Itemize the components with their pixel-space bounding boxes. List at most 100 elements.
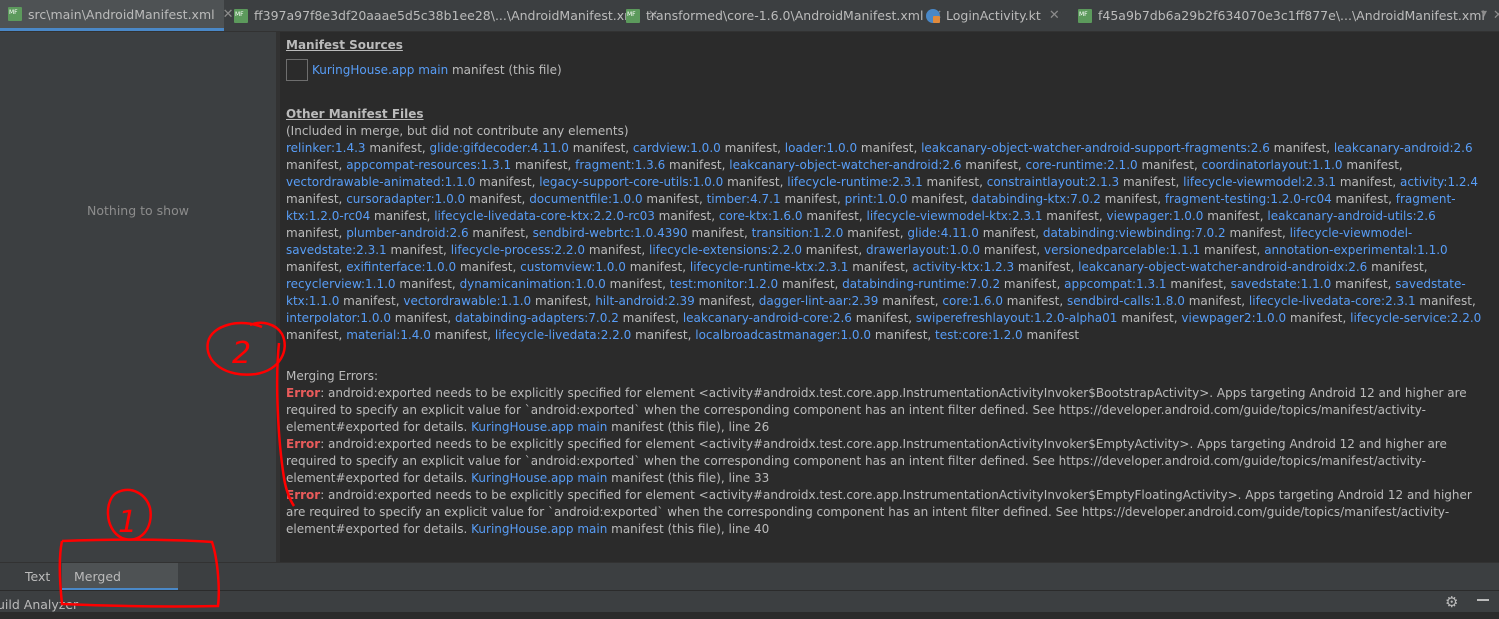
manifest-dependency-link[interactable]: lifecycle-livedata-core:2.3.1 [1249,294,1416,308]
manifest-dependency-link[interactable]: cursoradapter:1.0.0 [346,192,465,206]
manifest-dependency-link[interactable]: material:1.4.0 [346,328,431,342]
manifest-dependency-link[interactable]: leakcanary-android:2.6 [1334,141,1473,155]
manifest-dependency-suffix: manifest, [286,226,347,240]
error-source-link[interactable]: KuringHouse.app main [471,522,607,536]
manifest-dependency-link[interactable]: dynamicanimation:1.0.0 [460,277,606,291]
manifest-dependency-suffix: manifest, [1100,192,1165,206]
manifest-dependency-suffix: manifest, [980,243,1045,257]
other-files-note: (Included in merge, but did not contribu… [286,124,629,138]
manifest-dependency-link[interactable]: recyclerview:1.1.0 [286,277,396,291]
manifest-dependency-link[interactable]: customview:1.0.0 [520,260,626,274]
manifest-dependency-link[interactable]: vectordrawable:1.1.0 [403,294,531,308]
manifest-dependency-link[interactable]: leakcanary-object-watcher-android-suppor… [921,141,1270,155]
manifest-dependency-link[interactable]: documentfile:1.0.0 [529,192,642,206]
manifest-dependency-link[interactable]: constraintlayout:2.1.3 [987,175,1119,189]
manifest-dependency-suffix: manifest, [568,141,633,155]
manifest-dependency-link[interactable]: plumber-android:2.6 [346,226,468,240]
manifest-dependency-link[interactable]: localbroadcastmanager:1.0.0 [695,328,871,342]
manifest-dependency-link[interactable]: databinding-ktx:7.0.2 [971,192,1100,206]
manifest-dependency-link[interactable]: swiperefreshlayout:1.2.0-alpha01 [916,311,1117,325]
manifest-dependency-link[interactable]: versionedparcelable:1.1.1 [1044,243,1200,257]
manifest-dependency-suffix: manifest, [339,294,404,308]
manifest-dependency-link[interactable]: leakcanary-object-watcher-android-androi… [1078,260,1367,274]
manifest-dependency-suffix: manifest [1022,328,1080,342]
build-analyzer-label[interactable]: uild Analyzer [0,597,78,612]
manifest-dependency-link[interactable]: loader:1.0.0 [785,141,857,155]
manifest-dependency-link[interactable]: leakcanary-android-utils:2.6 [1267,209,1435,223]
manifest-dependency-link[interactable]: exifinterface:1.0.0 [346,260,456,274]
manifest-dependency-link[interactable]: core-ktx:1.6.0 [719,209,803,223]
manifest-dependency-link[interactable]: hilt-android:2.39 [595,294,695,308]
manifest-dependency-link[interactable]: lifecycle-livedata-core-ktx:2.2.0-rc03 [434,209,655,223]
manifest-dependency-link[interactable]: databinding-runtime:7.0.2 [842,277,1000,291]
editor-tab-4[interactable]: f45a9b7db6a29b2f634070e3c1ff877e\...\And… [1070,0,1499,31]
manifest-dependency-link[interactable]: appcompat-resources:1.3.1 [346,158,511,172]
manifest-dependency-suffix: manifest, [978,226,1043,240]
error-source-link[interactable]: KuringHouse.app main [471,471,607,485]
manifest-dependency-link[interactable]: coordinatorlayout:1.1.0 [1202,158,1343,172]
manifest-dependency-link[interactable]: dagger-lint-aar:2.39 [759,294,879,308]
manifest-dependency-link[interactable]: sendbird-webrtc:1.0.4390 [533,226,688,240]
tab-overflow-icon[interactable]: ▾ [1481,6,1499,24]
manifest-dependency-link[interactable]: lifecycle-viewmodel-ktx:2.3.1 [867,209,1043,223]
manifest-dependency-link[interactable]: vectordrawable-animated:1.1.0 [286,175,475,189]
manifest-dependency-suffix: manifest, [430,328,495,342]
minimize-icon[interactable] [1477,599,1489,601]
manifest-dependency-link[interactable]: activity:1.2.4 [1400,175,1478,189]
manifest-dependency-suffix: manifest, [802,209,867,223]
manifest-dependency-link[interactable]: fragment:1.3.6 [575,158,665,172]
merging-error-list: Error: android:exported needs to be expl… [286,385,1486,538]
manifest-dependency-link[interactable]: glide:gifdecoder:4.11.0 [430,141,569,155]
manifest-dependency-link[interactable]: legacy-support-core-utils:1.0.0 [539,175,723,189]
manifest-dependency-suffix: manifest, [370,209,435,223]
manifest-dependency-link[interactable]: lifecycle-service:2.2.0 [1350,311,1481,325]
error-source-link[interactable]: KuringHouse.app main [471,420,607,434]
manifest-dependency-link[interactable]: sendbird-calls:1.8.0 [1067,294,1185,308]
manifest-dependency-suffix: manifest, [1014,260,1079,274]
manifest-dependency-link[interactable]: leakcanary-object-watcher-android:2.6 [729,158,961,172]
manifest-dependency-link[interactable]: transition:1.2.0 [752,226,844,240]
manifest-dependency-suffix: manifest, [625,260,690,274]
editor-tab-0[interactable]: src\main\AndroidManifest.xml ✕ [0,0,234,31]
manifest-dependency-link[interactable]: core:1.6.0 [942,294,1003,308]
manifest-dependency-suffix: manifest, [907,192,972,206]
manifest-dependency-link[interactable]: lifecycle-process:2.2.0 [451,243,585,257]
manifest-dependency-link[interactable]: glide:4.11.0 [907,226,979,240]
manifest-dependency-link[interactable]: lifecycle-livedata:2.2.0 [495,328,631,342]
gear-icon[interactable]: ⚙ [1445,594,1461,610]
editor-tab-1[interactable]: ff397a97f8e3df20aaae5d5c38b1ee28\...\And… [226,0,659,31]
manifest-dependency-link[interactable]: cardview:1.0.0 [633,141,721,155]
manifest-dependency-link[interactable]: timber:4.7.1 [707,192,781,206]
manifest-dependency-link[interactable]: test:monitor:1.2.0 [670,277,778,291]
manifest-dependency-link[interactable]: databinding-adapters:7.0.2 [455,311,619,325]
tool-window-bar: uild Analyzer ⚙ [0,590,1499,612]
editor-tab-2[interactable]: transformed\core-1.6.0\AndroidManifest.x… [618,0,942,31]
tab-merged-manifest[interactable]: Merged Manifest [62,563,178,612]
manifest-dependency-link[interactable]: fragment-testing:1.2.0-rc04 [1165,192,1332,206]
manifest-dependency-link[interactable]: lifecycle-viewmodel:2.3.1 [1183,175,1336,189]
manifest-dependency-link[interactable]: drawerlayout:1.0.0 [866,243,980,257]
manifest-dependency-link[interactable]: databinding:viewbinding:7.0.2 [1043,226,1226,240]
manifest-dependency-link[interactable]: lifecycle-runtime:2.3.1 [787,175,922,189]
error-message: : android:exported needs to be explicitl… [286,386,1467,434]
manifest-dependency-link[interactable]: relinker:1.4.3 [286,141,366,155]
manifest-dependency-link[interactable]: interpolator:1.0.0 [286,311,391,325]
manifest-dependency-link[interactable]: lifecycle-extensions:2.2.0 [649,243,802,257]
manifest-dependency-link[interactable]: test:core:1.2.0 [935,328,1023,342]
close-icon[interactable]: ✕ [1049,8,1060,23]
manifest-dependency-link[interactable]: leakcanary-android-core:2.6 [683,311,852,325]
manifest-dependency-link[interactable]: appcompat:1.3.1 [1064,277,1166,291]
manifest-dependency-link[interactable]: core-runtime:2.1.0 [1025,158,1137,172]
manifest-dependency-link[interactable]: lifecycle-runtime-ktx:2.3.1 [690,260,849,274]
manifest-dependency-link[interactable]: viewpager:1.0.0 [1106,209,1203,223]
manifest-dependency-link[interactable]: activity-ktx:1.2.3 [912,260,1014,274]
manifest-source-link[interactable]: KuringHouse.app main [312,62,448,79]
manifest-view-tabs: Text Merged Manifest [0,562,1499,612]
manifest-dependency-link[interactable]: print:1.0.0 [845,192,908,206]
editor-tab-3[interactable]: LoginActivity.kt ✕ [918,0,1070,31]
manifest-dependency-link[interactable]: savedstate:1.1.0 [1231,277,1332,291]
manifest-dependency-link[interactable]: viewpager2:1.0.0 [1181,311,1286,325]
manifest-dependency-link[interactable]: annotation-experimental:1.1.0 [1264,243,1447,257]
tab-text[interactable]: Text [13,563,61,591]
manifest-dependency-suffix: manifest, [465,192,530,206]
